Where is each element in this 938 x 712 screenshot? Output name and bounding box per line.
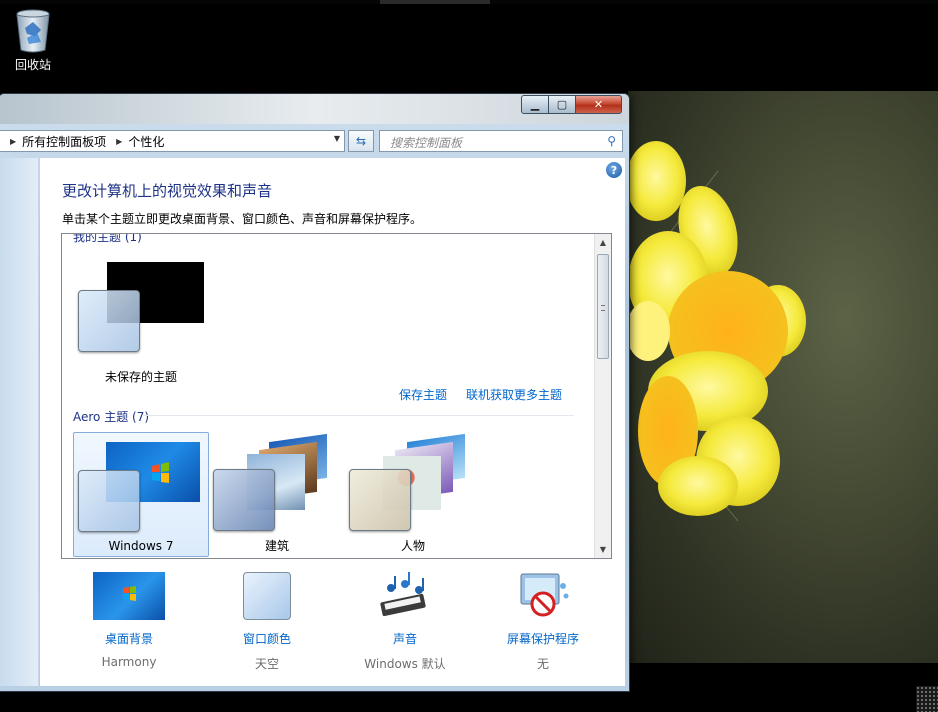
address-dropdown-icon[interactable]: ▼ (334, 134, 340, 143)
desktop: 回收站 ▁ ▢ ✕ ▶ 所有控制面板项 ▶ 个性化 ▼ ⇆ 搜索控制面板 ⚲ ?… (0, 0, 938, 712)
scroll-down-icon[interactable]: ▼ (595, 545, 611, 554)
setting-value: 无 (536, 657, 549, 671)
search-input[interactable]: 搜索控制面板 ⚲ (379, 130, 623, 152)
breadcrumb-item-all-control-panel-items[interactable]: 所有控制面板项 (22, 133, 106, 150)
setting-label[interactable]: 窗口颜色 (192, 630, 342, 647)
maximize-icon: ▢ (556, 98, 568, 111)
show-desktop-button[interactable] (916, 686, 938, 712)
breadcrumb-separator-icon[interactable]: ▶ (116, 137, 122, 146)
screensaver-icon (515, 572, 571, 624)
setting-label[interactable]: 屏幕保护程序 (468, 630, 618, 647)
setting-label[interactable]: 声音 (330, 630, 480, 647)
task-pane (0, 158, 39, 686)
theme-unsaved[interactable]: 未保存的主题 (73, 254, 209, 384)
minimize-icon: ▁ (530, 98, 540, 111)
recycle-bin[interactable]: 回收站 (6, 8, 60, 73)
close-icon: ✕ (593, 98, 604, 111)
scrollbar-thumb[interactable] (597, 254, 609, 359)
main-content: ? 更改计算机上的视觉效果和声音 单击某个主题立即更改桌面背景、窗口颜色、声音和… (40, 158, 625, 686)
theme-list-scrollbar[interactable]: ▲ ▼ (594, 234, 611, 558)
desktop-background-icon (93, 572, 165, 624)
glass-color-swatch (78, 470, 140, 532)
desktop-wallpaper (628, 91, 938, 663)
my-themes-header: 我的主题 (1) (73, 233, 142, 244)
theme-name: 人物 (400, 539, 425, 553)
setting-value: 天空 (254, 657, 279, 671)
page-subtitle: 单击某个主题立即更改桌面背景、窗口颜色、声音和屏幕保护程序。 (62, 212, 423, 226)
group-divider (142, 415, 574, 416)
glass-color-swatch (78, 290, 140, 352)
aero-themes-header: Aero 主题 (7) (73, 410, 150, 424)
personalization-window: ▁ ▢ ✕ ▶ 所有控制面板项 ▶ 个性化 ▼ ⇆ 搜索控制面板 ⚲ ? 更改计… (0, 93, 630, 692)
theme-name: Windows 7 (108, 539, 174, 553)
minimize-button[interactable]: ▁ (521, 95, 549, 114)
glass-color-swatch (213, 469, 275, 531)
address-bar[interactable]: ▶ 所有控制面板项 ▶ 个性化 ▼ (0, 130, 345, 152)
theme-architecture[interactable]: 建筑 (209, 432, 345, 557)
page-title: 更改计算机上的视觉效果和声音 (62, 182, 273, 200)
breadcrumb-item-personalization[interactable]: 个性化 (128, 133, 164, 150)
sounds-icon (377, 572, 433, 624)
close-button[interactable]: ✕ (575, 95, 622, 114)
save-theme-link[interactable]: 保存主题 (399, 386, 447, 403)
glass-color-swatch (349, 469, 411, 531)
help-icon[interactable]: ? (606, 162, 622, 178)
top-taskbar-fragment (380, 0, 490, 4)
setting-value: Windows 默认 (364, 657, 446, 671)
refresh-icon: ⇆ (355, 134, 367, 148)
setting-label[interactable]: 桌面背景 (54, 630, 204, 647)
wallpaper-flower-image (628, 141, 806, 522)
get-more-themes-link[interactable]: 联机获取更多主题 (466, 386, 562, 403)
scroll-up-icon[interactable]: ▲ (595, 238, 611, 247)
search-placeholder: 搜索控制面板 (390, 136, 463, 150)
refresh-button[interactable]: ⇆ (348, 130, 374, 152)
grip-icon (601, 305, 605, 311)
setting-window-color[interactable]: 窗口颜色 天空 (192, 572, 342, 672)
theme-name: 建筑 (264, 539, 289, 553)
setting-value: Harmony (101, 655, 157, 669)
search-icon[interactable]: ⚲ (607, 134, 616, 148)
recycle-bin-icon (16, 9, 50, 53)
setting-sounds[interactable]: 声音 Windows 默认 (330, 572, 480, 672)
theme-windows7[interactable]: Windows 7 (73, 432, 209, 557)
theme-list: 我的主题 (1) 未保存的主题 保存主题 联机获取更多主题 Aero 主题 (7… (61, 233, 612, 559)
setting-screensaver[interactable]: 屏幕保护程序 无 (468, 572, 618, 672)
recycle-bin-label: 回收站 (14, 58, 51, 72)
window-color-icon (243, 572, 291, 624)
maximize-button[interactable]: ▢ (548, 95, 576, 114)
breadcrumb-separator-icon: ▶ (10, 136, 17, 146)
setting-desktop-background[interactable]: 桌面背景 Harmony (54, 572, 204, 669)
theme-name: 未保存的主题 (104, 370, 177, 384)
theme-characters[interactable]: 人物 (345, 432, 481, 557)
